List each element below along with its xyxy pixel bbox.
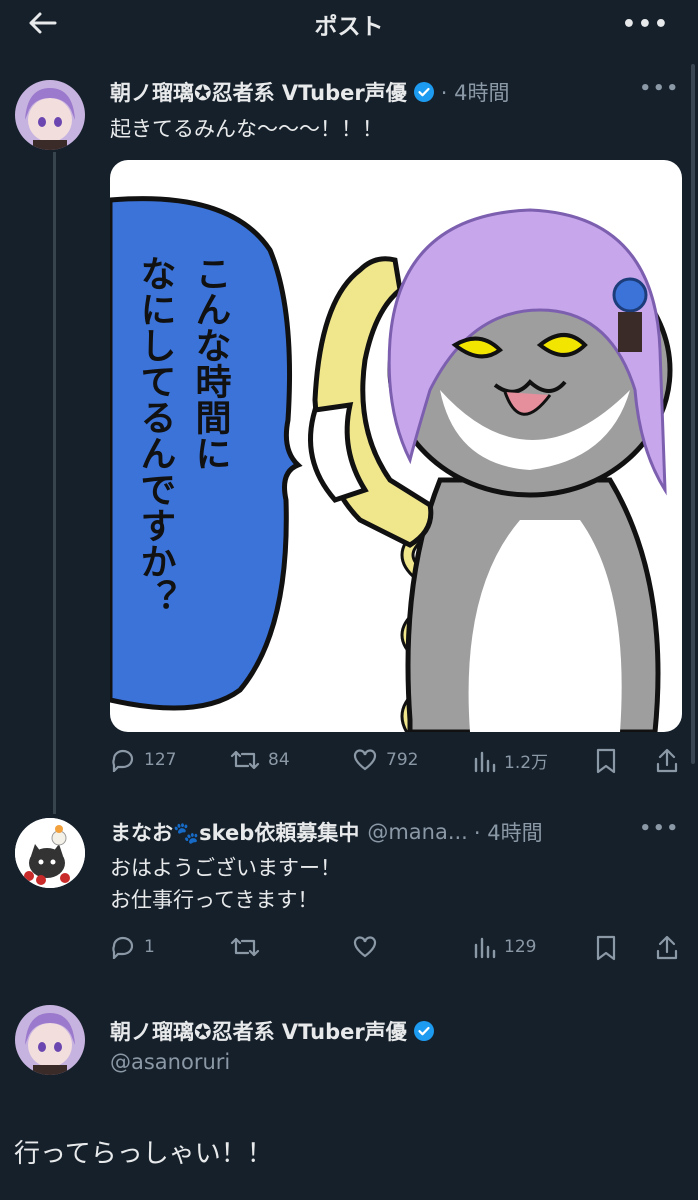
user-handle[interactable]: @mana...	[367, 820, 468, 844]
heart-icon	[353, 749, 377, 771]
display-name[interactable]: 朝ノ瑠璃✪忍者系 VTuber声優	[110, 77, 407, 107]
like-count: 792	[386, 750, 419, 770]
post-more-button[interactable]: •••	[639, 78, 680, 99]
repost-button[interactable]: 84	[230, 748, 290, 772]
share-button[interactable]	[655, 748, 687, 774]
share-button[interactable]	[655, 935, 687, 961]
bookmark-icon	[596, 935, 616, 961]
repost-button[interactable]	[230, 935, 268, 959]
more-horizontal-icon: •••	[621, 12, 670, 37]
comment-icon	[112, 749, 134, 772]
scrollbar[interactable]	[691, 64, 695, 764]
avatar[interactable]	[15, 818, 85, 888]
verified-badge-icon	[413, 81, 435, 103]
thread-line	[53, 152, 56, 814]
post-text-line: お仕事行ってきます！	[110, 888, 319, 912]
repost-icon	[230, 937, 260, 957]
bubble-text-col1: こんな時間に	[190, 255, 231, 471]
share-icon	[656, 935, 678, 960]
like-button[interactable]	[352, 935, 386, 959]
comment-icon	[112, 936, 134, 959]
action-bar: 1 129	[110, 935, 680, 965]
views-button[interactable]: 1.2万	[472, 748, 548, 773]
post-text-line: おはようございますー！	[110, 856, 341, 880]
avatar[interactable]	[15, 1005, 85, 1075]
reply-count: 127	[144, 750, 177, 770]
post-image[interactable]: こんな時間に なにしてるんですか？	[110, 160, 682, 732]
avatar-image	[15, 818, 85, 888]
user-handle[interactable]: @asanoruri	[110, 1050, 230, 1074]
more-horizontal-icon: •••	[639, 78, 680, 99]
more-button[interactable]: •••	[622, 12, 670, 37]
bar-chart-icon	[474, 751, 496, 772]
post-text: 起きてるみんな〜〜〜！！！	[110, 117, 383, 141]
reply-button[interactable]: 1	[110, 935, 155, 959]
avatar[interactable]	[15, 80, 85, 150]
repost-icon	[230, 750, 260, 770]
reply-button[interactable]: 127	[110, 748, 176, 772]
top-bar: ポスト •••	[0, 0, 698, 50]
bar-chart-icon	[474, 937, 496, 959]
post-more-button[interactable]: •••	[639, 818, 680, 839]
display-name[interactable]: まなお🐾skeb依頼募集中	[110, 817, 359, 847]
post-text: 行ってらっしゃい！！	[14, 1139, 273, 1169]
avatar-image	[15, 80, 85, 150]
page-title: ポスト	[314, 14, 384, 40]
bookmark-button[interactable]	[595, 935, 625, 961]
bookmark-button[interactable]	[595, 748, 625, 774]
timestamp[interactable]: · 4時間	[441, 77, 510, 107]
share-icon	[656, 748, 678, 773]
post-text: おはようございますー！ お仕事行ってきます！	[110, 852, 341, 916]
view-count: 129	[504, 937, 537, 957]
post-header: 朝ノ瑠璃✪忍者系 VTuber声優 · 4時間	[110, 77, 509, 107]
post-header: まなお🐾skeb依頼募集中 @mana... · 4時間	[110, 817, 543, 847]
like-button[interactable]: 792	[352, 748, 418, 772]
display-name[interactable]: 朝ノ瑠璃✪忍者系 VTuber声優	[110, 1016, 407, 1046]
action-bar: 127 84 792 1.2万	[110, 748, 680, 778]
views-button[interactable]: 129	[472, 935, 536, 959]
reply-count: 1	[144, 937, 155, 957]
avatar-image	[15, 1005, 85, 1075]
bookmark-icon	[596, 748, 616, 774]
verified-badge-icon	[413, 1020, 435, 1042]
heart-icon	[353, 936, 377, 958]
bubble-text-col2: なにしてるんですか？	[135, 255, 176, 615]
timestamp[interactable]: · 4時間	[474, 817, 543, 847]
post-header: 朝ノ瑠璃✪忍者系 VTuber声優	[110, 1016, 435, 1046]
view-count: 1.2万	[504, 753, 549, 773]
repost-count: 84	[268, 750, 290, 770]
more-horizontal-icon: •••	[639, 818, 680, 839]
